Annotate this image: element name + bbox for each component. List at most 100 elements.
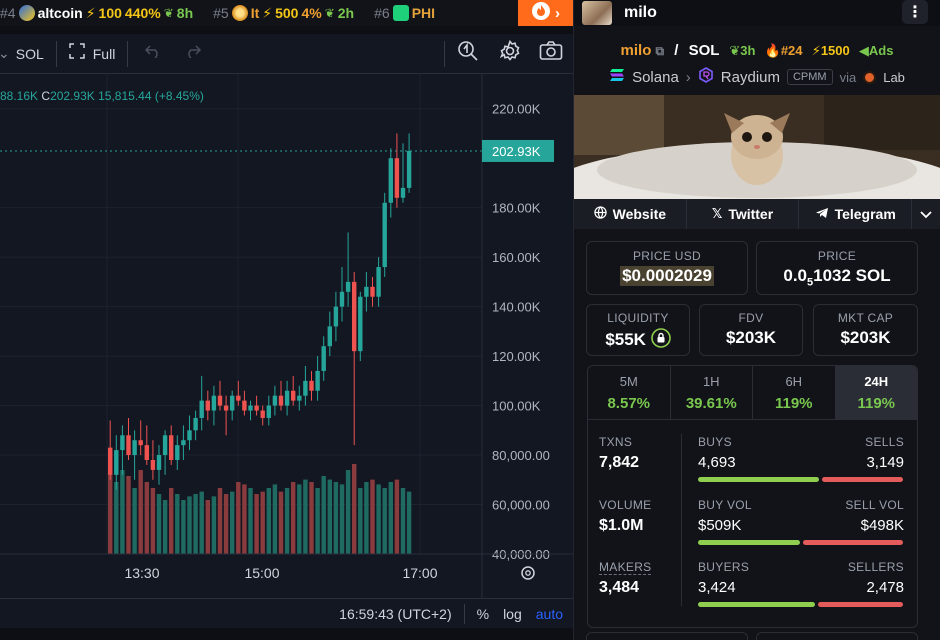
website-label: Website <box>612 206 667 222</box>
tab-change: 119% <box>774 395 813 412</box>
price-usd-value: $0.0002029 <box>620 266 714 286</box>
tab-6h[interactable]: 6H 119% <box>753 366 836 419</box>
volume-bar <box>297 484 302 554</box>
megaphone-icon: ◀ <box>858 43 869 58</box>
telegram-link-button[interactable]: Telegram <box>799 199 913 229</box>
volume-bar <box>211 496 217 554</box>
volume-bar <box>150 488 156 554</box>
more-menu-button[interactable]: ⋮ <box>902 0 928 24</box>
volume-bar <box>254 494 259 554</box>
volume-bar <box>187 496 192 554</box>
twitter-link-button[interactable]: 𝕏 Twitter <box>687 199 800 229</box>
txns-value: 7,842 <box>599 454 640 471</box>
percent-scale-toggle[interactable]: % <box>477 606 489 622</box>
volume-value: $1.0M <box>599 517 644 534</box>
chain-name[interactable]: Solana <box>632 69 679 86</box>
volume-bar <box>376 484 381 554</box>
price-axis-label: 180.00K <box>492 201 541 216</box>
trending-toggle-button[interactable]: › <box>518 0 573 26</box>
settings-gear-icon[interactable] <box>499 39 521 67</box>
fdv-label: FDV <box>738 311 764 325</box>
liquidity-amount: $55K <box>605 330 646 349</box>
token-avatar <box>582 1 612 25</box>
twitter-label: Twitter <box>728 206 774 222</box>
stats-divider <box>681 434 682 606</box>
volume-bar <box>345 470 351 554</box>
tab-24h[interactable]: 24H 119% <box>835 366 917 419</box>
volume-bar <box>406 491 412 554</box>
price-chart[interactable]: 88.16K C202.93K 15,815.44 (+8.45%) 220.0… <box>0 74 573 598</box>
fire-rank-icon: 🔥 <box>764 43 781 58</box>
tab-change: 39.61% <box>685 395 737 412</box>
chart-toolbar: ⌄ SOL Full <box>0 34 573 74</box>
candle-body <box>278 395 284 406</box>
axis-settings-icon[interactable] <box>521 566 535 580</box>
ticker-rank: #6 <box>374 5 390 21</box>
candle-body <box>144 445 149 460</box>
candle-body <box>394 158 400 198</box>
ticker-item-altcoin[interactable]: #4 altcoin ⚡ 100 440% ❦ 8h <box>0 5 193 22</box>
copy-icon[interactable]: ⧉ <box>656 44 665 58</box>
market-cap-label: MKT CAP <box>837 311 894 325</box>
ads-label[interactable]: Ads <box>869 43 894 58</box>
candle-body <box>138 440 143 446</box>
candle-body <box>284 390 290 406</box>
candle-body <box>352 281 357 352</box>
bolt-icon: ⚡ <box>811 43 821 58</box>
website-link-button[interactable]: Website <box>574 199 687 229</box>
auto-scale-toggle[interactable]: auto <box>536 606 563 622</box>
pool-type-badge: CPMM <box>786 69 833 85</box>
candle-body <box>406 150 412 188</box>
volume-bar <box>352 464 357 554</box>
panel-header: milo ⋮ <box>574 0 940 26</box>
volume-bar <box>162 500 168 554</box>
fdv-box: FDV $203K <box>699 304 803 356</box>
market-cap-box: MKT CAP $203K <box>813 304 918 356</box>
launchpad-name[interactable]: Lab <box>883 70 905 85</box>
candle-body <box>169 435 174 460</box>
price-usd-label: PRICE USD <box>632 249 702 263</box>
lock-icon[interactable] <box>650 328 671 353</box>
candlestick-chart-svg[interactable]: 220.00K 180.00K 160.00K 140.00K 120.00K 100.0… <box>0 74 573 598</box>
ohlc-close-label: C <box>41 89 51 103</box>
candle-body <box>205 400 210 411</box>
currency-toggle[interactable]: SOL <box>16 46 44 62</box>
ohlc-change: 15,815.44 (+8.45%) <box>98 89 204 103</box>
tab-5m[interactable]: 5M 8.57% <box>588 366 671 419</box>
kebab-menu-icon: ⋮ <box>907 4 923 21</box>
tab-change: 119% <box>857 395 896 412</box>
dex-name[interactable]: Raydium <box>721 69 780 86</box>
redo-icon[interactable] <box>184 44 202 63</box>
candle-body <box>175 445 180 460</box>
ticker-item-it[interactable]: #5 It ⚡ 500 4% ❦ 2h <box>213 5 354 22</box>
price-axis-label: 80,000.00 <box>492 448 550 463</box>
more-links-button[interactable] <box>912 199 940 229</box>
volume-bar <box>309 482 314 554</box>
fullscreen-icon[interactable] <box>69 43 85 64</box>
tab-1h[interactable]: 1H 39.61% <box>671 366 753 419</box>
undo-icon[interactable] <box>144 44 162 63</box>
screenshot-camera-icon[interactable] <box>539 41 563 66</box>
candle-body <box>223 405 229 411</box>
log-scale-toggle[interactable]: log <box>503 606 522 622</box>
ticker-item-phi[interactable]: #6 PHI <box>374 5 435 21</box>
volume-bar <box>303 479 308 554</box>
tab-label: 24H <box>864 374 889 389</box>
volume-bar <box>388 482 393 554</box>
current-price-tag-text: 202.93K <box>492 144 541 159</box>
volume-bar <box>291 482 296 554</box>
panel-header-name: milo <box>624 4 657 21</box>
volume-bar <box>364 482 369 554</box>
tab-label: 5M <box>619 374 638 389</box>
quick-search-icon[interactable] <box>457 40 479 67</box>
sellers-label: SELLERS <box>847 560 904 574</box>
chevron-right-icon: › <box>685 68 691 86</box>
candle-body <box>242 400 247 411</box>
fullscreen-button[interactable]: Full <box>93 46 116 62</box>
timeframe-tabs: 5M 8.57% 1H 39.61% 6H 119% 24H 119% <box>587 365 918 420</box>
candle-body <box>181 440 186 446</box>
chevron-down-icon[interactable]: ⌄ <box>0 45 10 62</box>
candle-body <box>370 286 375 297</box>
ticker-boost: 100 <box>98 5 122 21</box>
volume-bar <box>382 488 387 554</box>
